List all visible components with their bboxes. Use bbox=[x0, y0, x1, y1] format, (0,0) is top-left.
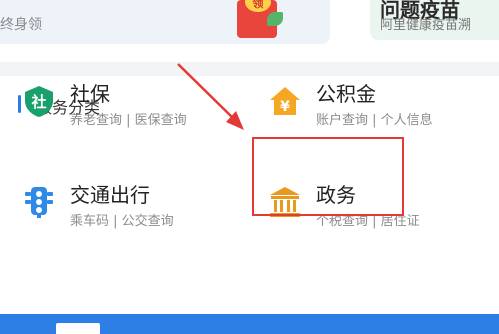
service-name: 交通出行 bbox=[70, 183, 150, 207]
bottom-action-bar[interactable] bbox=[0, 314, 499, 334]
section-accent-bar bbox=[18, 95, 21, 113]
service-subtitle: 账户查询 | 个人信息 bbox=[316, 113, 433, 128]
service-tile-gongjijin[interactable]: ¥ 公积金 账户查询 | 个人信息 bbox=[268, 76, 488, 132]
promo-right-subtitle: 阿里健康疫苗溯 bbox=[380, 18, 472, 33]
service-tile-shebao[interactable]: 社 社保 养老查询 | 医保查询 bbox=[22, 76, 242, 132]
service-subtitle: 养老查询 | 医保查询 bbox=[70, 113, 187, 128]
promo-banner-strip: 终身领 领 问题疫苗 阿里健康疫苗溯 bbox=[0, 0, 499, 60]
promo-left-subtitle: 终身领 bbox=[0, 17, 42, 33]
svg-text:¥: ¥ bbox=[280, 99, 290, 115]
red-envelope-icon: 领 bbox=[237, 0, 283, 38]
traffic-light-icon bbox=[25, 187, 53, 218]
house-yuan-icon: ¥ bbox=[270, 87, 300, 115]
service-name: 社保 bbox=[70, 82, 110, 106]
carousel-indicator bbox=[238, 56, 258, 59]
service-subtitle: 乘车码 | 公交查询 bbox=[70, 214, 174, 229]
promo-card-right[interactable]: 问题疫苗 阿里健康疫苗溯 bbox=[370, 0, 499, 40]
service-name: 公积金 bbox=[316, 82, 376, 106]
svg-text:社: 社 bbox=[30, 93, 46, 111]
bottom-bar-chip bbox=[56, 323, 100, 334]
service-tile-jiaotong[interactable]: 交通出行 乘车码 | 公交查询 bbox=[22, 177, 242, 233]
section-divider bbox=[0, 62, 499, 76]
envelope-label: 领 bbox=[245, 0, 271, 12]
annotation-highlight-box bbox=[252, 137, 404, 216]
shield-she-icon: 社 bbox=[25, 86, 53, 117]
